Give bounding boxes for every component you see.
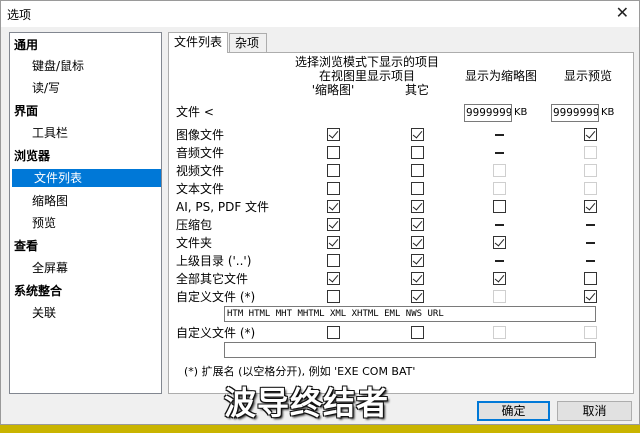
- row-label: 全部其它文件: [176, 272, 249, 286]
- show-preview-checkbox[interactable]: [584, 128, 597, 141]
- not-applicable-dash: [495, 134, 504, 136]
- not-applicable-dash: [495, 260, 504, 262]
- not-applicable-dash: [586, 242, 595, 244]
- ok-button[interactable]: 确定: [477, 401, 550, 421]
- tab-file-list[interactable]: 文件列表: [168, 32, 228, 53]
- extension-note: (*) 扩展名 (以空格分开), 例如 'EXE COM BAT': [184, 365, 416, 378]
- other-checkbox[interactable]: [411, 236, 424, 249]
- sidebar-item[interactable]: 缩略图: [10, 192, 161, 210]
- sidebar-category[interactable]: 系统整合: [10, 282, 161, 300]
- file-list-panel: 选择浏览模式下显示的项目 在视图里显示项目 '缩略图' 其它 显示为缩略图 显示…: [168, 52, 634, 394]
- other-checkbox[interactable]: [411, 218, 424, 231]
- not-applicable-dash: [495, 224, 504, 226]
- thumbnail-checkbox[interactable]: [327, 146, 340, 159]
- file-size-label: 文件 <: [176, 105, 214, 119]
- show-as-thumbnail-checkbox[interactable]: [493, 200, 506, 213]
- thumbnail-size-limit-input[interactable]: 99999999: [464, 104, 512, 122]
- sidebar-item[interactable]: 键盘/鼠标: [10, 57, 161, 75]
- show-as-thumbnail-checkbox: [493, 290, 506, 303]
- other-checkbox[interactable]: [411, 326, 424, 339]
- show-preview-checkbox: [584, 164, 597, 177]
- custom-extensions-input-1[interactable]: HTM HTML MHT MHTML XML XHTML EML NWS URL: [224, 306, 596, 322]
- other-checkbox[interactable]: [411, 146, 424, 159]
- show-as-thumbnail-checkbox: [493, 164, 506, 177]
- window-title: 选项: [7, 8, 32, 22]
- sidebar-item[interactable]: 工具栏: [10, 124, 161, 142]
- sidebar-category[interactable]: 浏览器: [10, 147, 161, 165]
- thumbnail-checkbox[interactable]: [327, 200, 340, 213]
- other-checkbox[interactable]: [411, 128, 424, 141]
- category-tree[interactable]: 通用键盘/鼠标读/写界面工具栏浏览器文件列表缩略图预览查看全屏幕系统整合关联: [9, 32, 162, 394]
- title-bar[interactable]: 选项 ✕: [1, 1, 639, 27]
- show-preview-checkbox[interactable]: [584, 290, 597, 303]
- row-label: 视频文件: [176, 164, 225, 178]
- other-checkbox[interactable]: [411, 164, 424, 177]
- row-label: 音频文件: [176, 146, 225, 160]
- other-checkbox[interactable]: [411, 254, 424, 267]
- show-preview-checkbox: [584, 182, 597, 195]
- show-as-thumbnail-checkbox[interactable]: [493, 236, 506, 249]
- not-applicable-dash: [495, 152, 504, 154]
- thumbnail-checkbox[interactable]: [327, 290, 340, 303]
- sidebar-item[interactable]: 全屏幕: [10, 259, 161, 277]
- watermark-text: 波导终结者: [224, 384, 390, 422]
- column-header-other: 其它: [404, 83, 429, 97]
- tab-misc[interactable]: 杂项: [229, 33, 267, 53]
- sidebar-item[interactable]: 读/写: [10, 79, 161, 97]
- thumbnail-checkbox[interactable]: [327, 182, 340, 195]
- row-label: 图像文件: [176, 128, 225, 142]
- column-header-show-preview: 显示预览: [563, 69, 612, 83]
- preview-size-limit-input[interactable]: 99999999: [551, 104, 599, 122]
- show-as-thumbnail-checkbox: [493, 326, 506, 339]
- other-checkbox[interactable]: [411, 290, 424, 303]
- column-header-thumbnail: '缩略图': [311, 83, 355, 97]
- thumbnail-checkbox[interactable]: [327, 272, 340, 285]
- show-preview-checkbox[interactable]: [584, 272, 597, 285]
- other-checkbox[interactable]: [411, 182, 424, 195]
- thumbnail-checkbox[interactable]: [327, 236, 340, 249]
- row-label: 上级目录 ('..'): [176, 254, 252, 268]
- thumbnail-checkbox[interactable]: [327, 218, 340, 231]
- show-preview-checkbox: [584, 146, 597, 159]
- group-header-line1: 选择浏览模式下显示的项目: [294, 55, 439, 69]
- other-checkbox[interactable]: [411, 272, 424, 285]
- show-as-thumbnail-checkbox: [493, 182, 506, 195]
- thumbnail-checkbox[interactable]: [327, 164, 340, 177]
- custom-extensions-input-2[interactable]: [224, 342, 596, 358]
- sidebar-category[interactable]: 查看: [10, 237, 161, 255]
- row-label: 文本文件: [176, 182, 225, 196]
- sidebar-item[interactable]: 文件列表: [12, 169, 161, 187]
- thumbnail-checkbox[interactable]: [327, 326, 340, 339]
- sidebar-category[interactable]: 界面: [10, 102, 161, 120]
- not-applicable-dash: [586, 260, 595, 262]
- group-header-line2: 在视图里显示项目: [318, 69, 415, 83]
- show-preview-checkbox[interactable]: [584, 200, 597, 213]
- column-header-show-as-thumbnail: 显示为缩略图: [464, 69, 537, 83]
- show-as-thumbnail-checkbox[interactable]: [493, 272, 506, 285]
- not-applicable-dash: [586, 224, 595, 226]
- options-dialog: 选项 ✕ 通用 键盘/鼠标 读/写 界面 工具栏 浏览器 文件列表 缩略图 预览 查看 全屏幕 系统整…: [0, 0, 640, 425]
- cancel-button[interactable]: 取消: [557, 401, 632, 421]
- sidebar-item[interactable]: 关联: [10, 304, 161, 322]
- row-label: AI, PS, PDF 文件: [176, 200, 270, 214]
- row-label: 自定义文件 (*): [176, 290, 256, 304]
- row-label: 压缩包: [176, 218, 213, 232]
- other-checkbox[interactable]: [411, 200, 424, 213]
- show-preview-checkbox: [584, 326, 597, 339]
- sidebar-category[interactable]: 通用: [10, 36, 161, 54]
- sidebar-item[interactable]: 预览: [10, 214, 161, 232]
- preview-size-unit: KB: [601, 107, 615, 118]
- thumbnail-size-unit: KB: [514, 107, 528, 118]
- row-label: 文件夹: [176, 236, 213, 250]
- close-icon[interactable]: ✕: [616, 3, 629, 22]
- row-label: 自定义文件 (*): [176, 326, 256, 340]
- thumbnail-checkbox[interactable]: [327, 254, 340, 267]
- thumbnail-checkbox[interactable]: [327, 128, 340, 141]
